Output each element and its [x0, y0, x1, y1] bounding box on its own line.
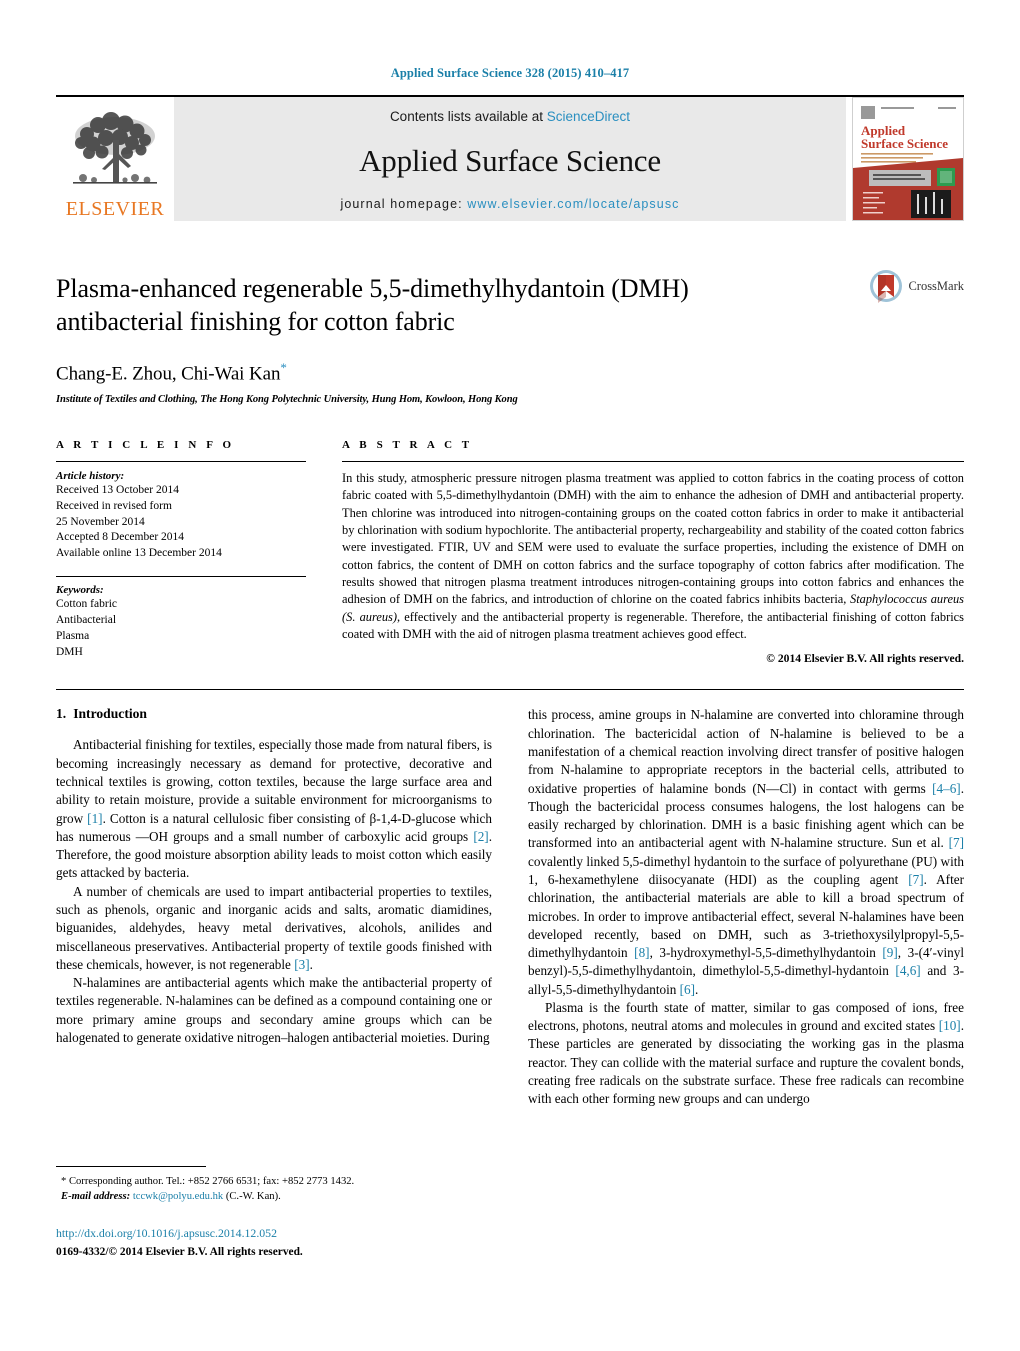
article-history-line: Accepted 8 December 2014: [56, 531, 185, 544]
keyword-item: Cotton fabric: [56, 598, 117, 611]
body-column-left: 1. Introduction Antibacterial finishing f…: [56, 706, 492, 1176]
issn-copyright-line: 0169-4332/© 2014 Elsevier B.V. All right…: [56, 1245, 303, 1258]
abstract-body: In this study, atmospheric pressure nitr…: [342, 470, 964, 642]
keyword-item: DMH: [56, 645, 83, 658]
crossmark-label: CrossMark: [908, 278, 964, 293]
info-abstract-row: A R T I C L E I N F O Article history: R…: [56, 438, 964, 666]
page-title: Plasma-enhanced regenerable 5,5-dimethyl…: [56, 274, 689, 336]
citation-reference[interactable]: [3]: [294, 957, 309, 972]
section-heading-introduction: 1. Introduction: [56, 706, 492, 722]
paragraph: Plasma is the fourth state of matter, si…: [528, 999, 964, 1107]
body-separator-rule: [56, 689, 964, 691]
footnote-email-line: E-mail address: tccwk@polyu.edu.hk (C.-W…: [56, 1189, 492, 1204]
journal-homepage-line: journal homepage: www.elsevier.com/locat…: [340, 197, 679, 211]
citation-reference[interactable]: [10]: [939, 1018, 961, 1033]
body-column-right: this process, amine groups in N-halamine…: [528, 706, 964, 1176]
elsevier-tree-icon: [73, 112, 157, 184]
paragraph: Antibacterial finishing for textiles, es…: [56, 737, 492, 881]
contents-prefix: Contents lists available at: [389, 109, 547, 124]
running-head: Applied Surface Science 328 (2015) 410–4…: [390, 66, 630, 80]
homepage-prefix: journal homepage:: [340, 197, 468, 211]
citation-reference[interactable]: [4–6]: [932, 781, 961, 796]
paragraph: A number of chemicals are used to impart…: [56, 883, 492, 972]
crossmark-icon: [870, 270, 903, 303]
abstract-rule: [342, 460, 964, 462]
citation-reference[interactable]: [9]: [882, 945, 897, 960]
author-affiliation: Institute of Textiles and Clothing, The …: [56, 393, 518, 405]
article-history-line: Received in revised form: [56, 499, 172, 512]
footnote-corresponding-line: * Corresponding author. Tel.: +852 2766 …: [61, 1176, 355, 1187]
masthead-center: Contents lists available at ScienceDirec…: [174, 97, 846, 221]
journal-cover-image: Applied Surface Science: [853, 98, 963, 220]
svg-text:Surface Science: Surface Science: [861, 136, 948, 151]
corresponding-author-marker: *: [280, 359, 287, 375]
elsevier-logo: ELSEVIER: [56, 97, 174, 221]
corresponding-author-footnote: * Corresponding author. Tel.: +852 2766 …: [56, 1166, 492, 1204]
citation-reference[interactable]: [7]: [908, 872, 923, 887]
article-history-line: Received 13 October 2014: [56, 483, 179, 496]
section-number: 1.: [56, 706, 67, 722]
contents-available-line: Contents lists available at ScienceDirec…: [390, 109, 630, 124]
citation-reference[interactable]: [1]: [87, 811, 102, 826]
journal-homepage-link[interactable]: www.elsevier.com/locate/apsusc: [467, 197, 679, 211]
article-info-column: A R T I C L E I N F O Article history: R…: [56, 439, 306, 666]
abstract-copyright: © 2014 Elsevier B.V. All rights reserved…: [766, 652, 964, 666]
citation-reference[interactable]: [8]: [634, 945, 649, 960]
elsevier-wordmark: ELSEVIER: [65, 198, 165, 220]
article-history-line: 25 November 2014: [56, 515, 145, 528]
doi-link[interactable]: http://dx.doi.org/10.1016/j.apsusc.2014.…: [56, 1225, 492, 1242]
citation-reference[interactable]: [4,6]: [895, 963, 920, 978]
citation-reference[interactable]: [7]: [949, 835, 964, 850]
crossmark-badge[interactable]: CrossMark: [869, 269, 964, 303]
species-name: Staphylococcus aureus (S. aureus): [342, 592, 964, 624]
journal-article-page: Applied Surface Science 328 (2015) 410–4…: [0, 0, 1020, 1351]
keywords-rule: [56, 576, 306, 578]
article-info-heading: A R T I C L E I N F O: [56, 438, 235, 451]
journal-title: Applied Surface Science: [359, 142, 661, 178]
keyword-item: Plasma: [56, 629, 90, 642]
section-name: Introduction: [73, 706, 147, 722]
journal-cover-thumbnail: Applied Surface Science: [852, 97, 964, 221]
article-history-line: Available online 13 December 2014: [56, 547, 222, 560]
paragraph: N-halamines are antibacterial agents whi…: [56, 975, 492, 1045]
keywords-label: Keywords:: [56, 584, 104, 597]
abstract-column: A B S T R A C T In this study, atmospher…: [342, 438, 964, 666]
article-history-label: Article history:: [56, 469, 125, 482]
citation-reference[interactable]: [6]: [680, 982, 695, 997]
sciencedirect-link[interactable]: ScienceDirect: [547, 109, 630, 124]
footnote-rule: [56, 1166, 206, 1167]
abstract-heading: A B S T R A C T: [342, 438, 473, 451]
email-address-label: E-mail address:: [61, 1191, 131, 1203]
email-link[interactable]: tccwk@polyu.edu.hk: [133, 1191, 223, 1202]
article-body-columns: 1. Introduction Antibacterial finishing f…: [56, 706, 964, 1176]
keyword-item: Antibacterial: [56, 613, 117, 626]
email-owner: (C.-W. Kan).: [223, 1191, 281, 1203]
author-names: Chang-E. Zhou, Chi-Wai Kan: [56, 362, 281, 384]
citation-reference[interactable]: [2]: [473, 829, 488, 844]
abstract-text: In this study, atmospheric pressure nitr…: [342, 470, 964, 644]
paragraph: this process, amine groups in N-halamine…: [528, 707, 964, 997]
article-title-block: CrossMark Plasma-enhanced regenerable 5,…: [56, 270, 964, 405]
publication-footer: http://dx.doi.org/10.1016/j.apsusc.2014.…: [56, 1225, 492, 1260]
journal-masthead: ELSEVIER Contents lists available at Sci…: [56, 95, 964, 221]
article-info-rule: [56, 460, 306, 462]
author-list: Chang-E. Zhou, Chi-Wai Kan*: [56, 360, 964, 385]
